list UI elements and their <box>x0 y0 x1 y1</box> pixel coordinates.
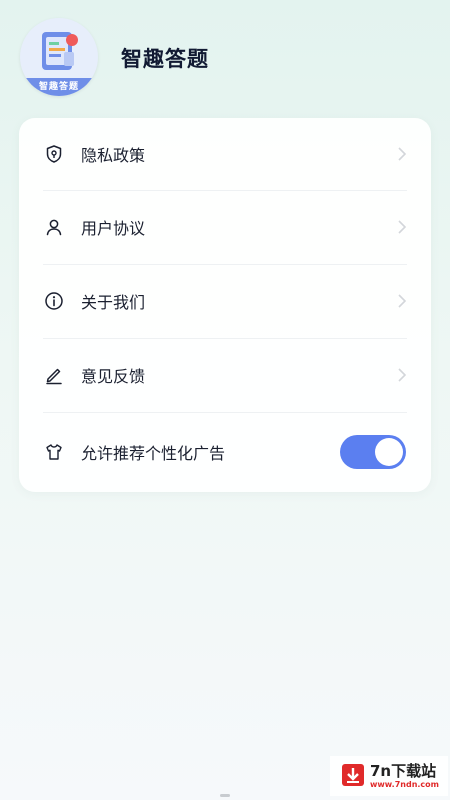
chevron-right-icon <box>398 147 407 161</box>
download-arrow-icon <box>347 768 359 783</box>
divider <box>43 412 407 413</box>
chevron-right-icon <box>398 220 407 234</box>
menu-item-user-agreement[interactable]: 用户协议 <box>19 191 431 263</box>
site-watermark: 7n下载站 www.7ndn.com <box>330 756 448 796</box>
app-logo-ribbon: 智趣答题 <box>20 78 98 96</box>
shield-icon <box>46 145 62 163</box>
personalized-ads-label: 允许推荐个性化广告 <box>81 444 226 463</box>
shirt-icon <box>46 444 62 460</box>
chevron-right-icon <box>398 294 407 308</box>
watermark-title: 7n下载站 <box>370 762 437 780</box>
personalized-ads-row: 允许推荐个性化广告 <box>19 414 431 490</box>
menu-item-label: 意见反馈 <box>81 367 146 386</box>
chevron-right-icon <box>398 368 407 382</box>
download-icon <box>342 764 364 786</box>
menu-item-label: 用户协议 <box>81 219 146 238</box>
home-indicator <box>220 794 230 797</box>
user-icon <box>46 219 62 236</box>
menu-item-label: 隐私政策 <box>81 146 146 165</box>
personalized-ads-toggle[interactable] <box>340 435 406 469</box>
app-logo: 智趣答题 <box>20 18 98 96</box>
menu-item-label: 关于我们 <box>81 293 146 312</box>
toggle-knob <box>375 438 403 466</box>
app-header: 智趣答题 智趣答题 <box>0 0 450 110</box>
settings-card: 隐私政策 用户协议 关于我们 意见反馈 允许推荐个性化广告 <box>19 118 431 492</box>
pencil-icon <box>46 368 62 385</box>
watermark-url: www.7ndn.com <box>370 780 439 789</box>
app-title: 智趣答题 <box>121 47 209 71</box>
info-icon <box>45 292 63 310</box>
menu-item-feedback[interactable]: 意见反馈 <box>19 339 431 411</box>
menu-item-privacy-policy[interactable]: 隐私政策 <box>19 118 431 190</box>
menu-item-about-us[interactable]: 关于我们 <box>19 265 431 337</box>
